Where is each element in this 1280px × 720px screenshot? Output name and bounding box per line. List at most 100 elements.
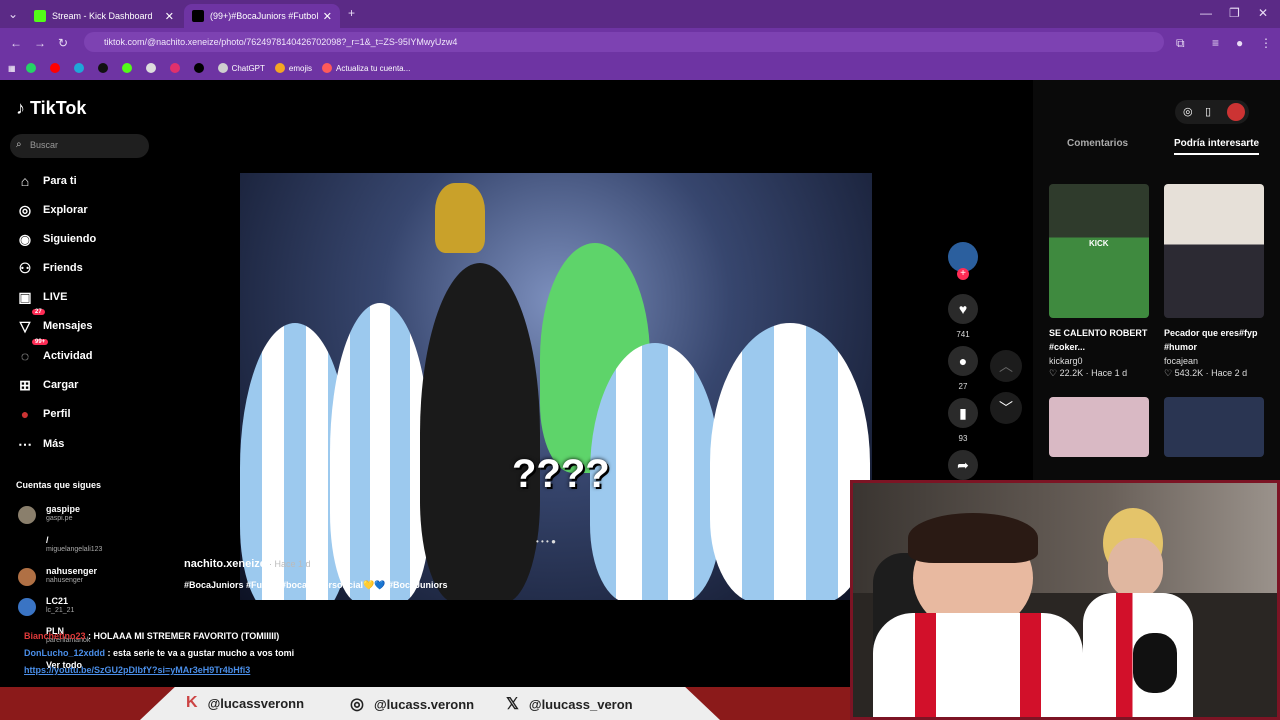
search-input[interactable]: ⌕ Buscar [10, 134, 149, 158]
browser-tab-bar: ⌄ Stream - Kick Dashboard ✕ (99+)#BocaJu… [0, 0, 1280, 28]
instagram-bookmark-icon[interactable] [169, 63, 184, 73]
instagram-icon: ◎ [350, 696, 364, 713]
social-x: 𝕏 @luucass_veron [506, 696, 633, 713]
more-icon: ⋯ [18, 435, 32, 452]
tiktok-bookmark-icon[interactable] [97, 63, 112, 73]
chat-message: Bianchetino23 : HOLAAA MI STREMER FAVORI… [24, 631, 280, 641]
tab-tiktok[interactable]: (99+)#BocaJuniors #Futbol ✕ [184, 4, 340, 28]
sidebar-item-live[interactable]: ▣ LIVE [16, 286, 67, 308]
mail-icon[interactable] [145, 63, 160, 73]
like-icon[interactable]: ♥ [948, 294, 978, 324]
url-field[interactable]: tiktok.com/@nachito.xeneize/photo/762497… [84, 32, 1164, 52]
tiktok-icon [192, 10, 204, 22]
reload-icon[interactable]: ↻ [58, 36, 68, 50]
x-logo-icon: 𝕏 [506, 696, 519, 713]
following-icon: ◉ [18, 230, 32, 247]
restore-icon[interactable]: ❐ [1229, 6, 1240, 20]
previous-post-icon[interactable]: ︿ [990, 350, 1022, 382]
like-count: 741 [956, 330, 970, 339]
post-photo[interactable]: • • • ● [240, 173, 872, 600]
recommended-video-card[interactable]: Pecador que eres#fyp #humor focajean ♡ 5… [1164, 184, 1264, 379]
save-count: 93 [958, 434, 968, 443]
tab-recommendations[interactable]: Podría interesarte [1174, 138, 1260, 155]
sidebar-item-cargar[interactable]: ⊞ Cargar [16, 374, 78, 396]
sidebar-item-friends[interactable]: ⚇ Friends [16, 257, 83, 279]
bookmarks-bar: ▦ ChatGPT emojis Actualiza tu cuenta... [0, 56, 1280, 80]
x-bookmark-icon[interactable] [193, 63, 208, 73]
tiktok-page: ♪ TikTok ⌕ Buscar ⌂ Para ti ◎ Explorar ◉ Si… [0, 80, 1280, 720]
tab-label: (99+)#BocaJuniors #Futbol [210, 11, 319, 21]
menu-icon[interactable]: ⋮ [1260, 36, 1272, 50]
device-icon[interactable]: ▯ [1205, 105, 1211, 118]
messages-badge: 27 [32, 309, 45, 315]
next-post-icon[interactable]: ﹀ [990, 392, 1022, 424]
tiktok-logo[interactable]: ♪ TikTok [16, 98, 86, 119]
profile-avatar-icon[interactable]: ● [1236, 36, 1243, 50]
sidebar-item-mas[interactable]: ⋯ Más [16, 433, 64, 455]
follow-plus-icon[interactable]: + [957, 268, 969, 280]
upload-icon: ⊞ [19, 376, 31, 393]
bookmark-chatgpt[interactable]: ChatGPT [217, 63, 265, 73]
video-thumbnail [1164, 184, 1264, 318]
bookmark-update-account[interactable]: Actualiza tu cuenta... [322, 63, 410, 73]
back-icon[interactable]: ← [10, 36, 22, 50]
comment-count: 27 [958, 382, 968, 391]
youtube-icon[interactable] [49, 63, 64, 73]
bookmark-icon[interactable]: ▮ [948, 398, 978, 428]
user-avatar-icon[interactable] [1227, 103, 1245, 121]
compass-small-icon[interactable]: ◎ [1183, 105, 1193, 118]
video-thumbnail[interactable] [1049, 397, 1149, 457]
share-icon[interactable]: ➦ [948, 450, 978, 480]
streamer-webcam [850, 480, 1280, 720]
chat-link[interactable]: https://youtu.be/SzGU2pDlbfY?si=yMAr3eH9… [24, 662, 294, 679]
tab-search-icon[interactable]: ⌄ [8, 7, 18, 21]
whatsapp-icon[interactable] [25, 63, 40, 73]
live-icon: ▣ [18, 288, 32, 305]
streamer-hair [908, 513, 1038, 563]
sidepanel-icon[interactable]: ≡ [1212, 36, 1219, 50]
chat-message: DonLucho_12xddd : esta serie te va a gus… [24, 648, 295, 658]
search-icon: ⌕ [16, 139, 22, 150]
right-panel: ◎ ▯ Comentarios Podría interesarte KICK … [1033, 80, 1280, 480]
microphone [1133, 633, 1177, 693]
compass-icon: ◎ [18, 201, 32, 218]
avatar [18, 506, 36, 524]
edge-icon[interactable] [73, 63, 88, 73]
comment-icon[interactable]: ● [948, 346, 978, 376]
post-hashtags[interactable]: #BocaJuniors #Futbol #bocajuniorsoficial… [184, 580, 447, 591]
post-author[interactable]: nachito.xeneize · Hace 1 d [184, 558, 311, 570]
stream-chat: Bianchetino23 : HOLAAA MI STREMER FAVORI… [24, 628, 294, 679]
bookmark-emojis[interactable]: emojis [274, 63, 312, 73]
sidebar-item-actividad[interactable]: ◌ 99+ Actividad [16, 339, 93, 367]
river-jersey [873, 613, 1083, 717]
player-shape [710, 323, 870, 600]
carousel-dots[interactable]: • • • ● [536, 537, 556, 546]
new-tab-icon[interactable]: + [348, 6, 355, 20]
close-tab-icon[interactable]: ✕ [323, 10, 332, 23]
forward-icon[interactable]: → [34, 36, 46, 50]
sidebar-item-explorar[interactable]: ◎ Explorar [16, 199, 88, 221]
kick-bookmark-icon[interactable] [121, 63, 136, 73]
sidebar-item-perfil[interactable]: ● Perfil [16, 403, 71, 425]
close-tab-icon[interactable]: ✕ [165, 10, 174, 23]
extensions-icon[interactable]: ⧉ [1176, 36, 1185, 51]
recommended-video-card[interactable]: KICK SE CALENTO ROBERT #coker... kickarg… [1049, 184, 1149, 379]
apps-icon[interactable]: ▦ [8, 64, 16, 73]
sidebar-item-para-ti[interactable]: ⌂ Para ti [16, 170, 77, 192]
close-window-icon[interactable]: ✕ [1258, 6, 1268, 20]
kick-logo-icon: K [186, 694, 198, 711]
player-shape [420, 263, 540, 600]
trophy-shape [435, 183, 485, 253]
home-icon: ⌂ [20, 173, 30, 189]
minimize-icon[interactable]: — [1200, 6, 1212, 20]
tab-label: Stream - Kick Dashboard [52, 11, 153, 21]
avatar [18, 598, 36, 616]
address-bar-row: ← → ↻ tiktok.com/@nachito.xeneize/photo/… [0, 28, 1280, 56]
tab-kick-dashboard[interactable]: Stream - Kick Dashboard ✕ [26, 4, 182, 28]
tab-comments[interactable]: Comentarios [1067, 138, 1128, 149]
sidebar-item-siguiendo[interactable]: ◉ Siguiendo [16, 228, 96, 250]
sidebar-item-mensajes[interactable]: ▽ 27 Mensajes [16, 309, 93, 337]
social-instagram: ◎ @lucass.veronn [350, 696, 475, 713]
activity-icon: ◌ [20, 348, 30, 364]
video-thumbnail[interactable] [1164, 397, 1264, 457]
